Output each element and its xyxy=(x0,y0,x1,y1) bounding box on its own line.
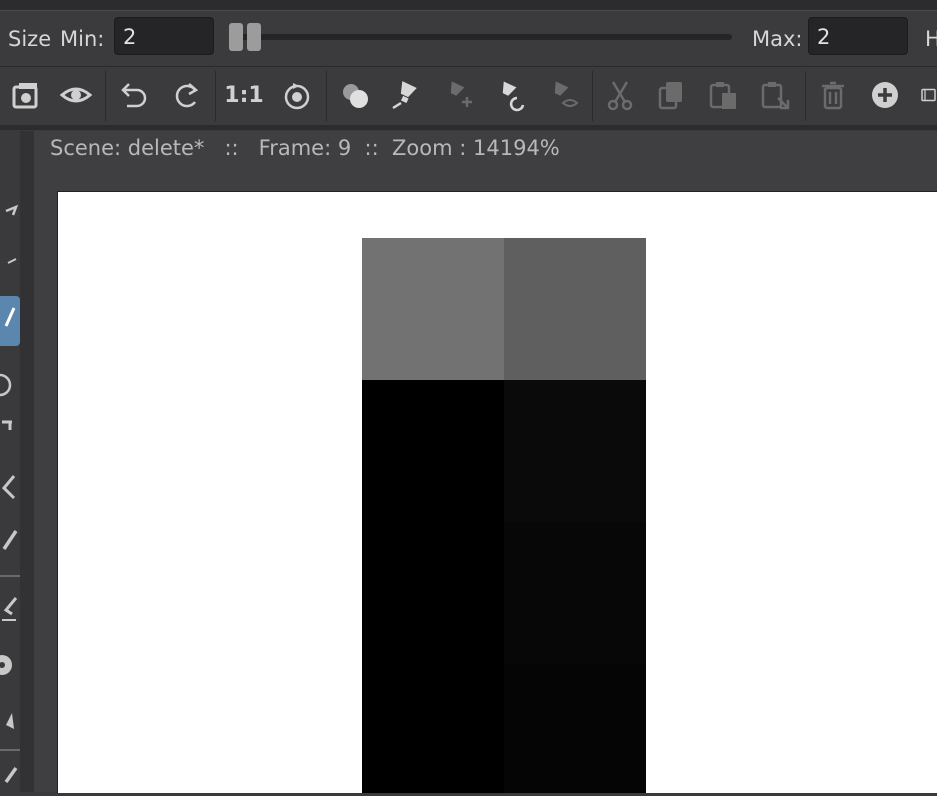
main-toolbar: 1:1 xyxy=(0,67,937,125)
toolbar-divider xyxy=(0,125,937,130)
light-table-visibility-button[interactable] xyxy=(540,73,584,117)
tool-strip xyxy=(0,131,20,792)
pixel-r0-c1 xyxy=(504,238,646,380)
pixel-r3-c1 xyxy=(504,664,646,793)
selection-icon xyxy=(5,204,19,216)
cut-icon xyxy=(607,81,633,111)
delete-button[interactable] xyxy=(811,73,855,117)
reset-rotation-button[interactable] xyxy=(275,73,319,117)
add-button[interactable] xyxy=(863,73,907,117)
preview-button[interactable] xyxy=(54,73,98,117)
pixel-r2-c0 xyxy=(362,522,504,664)
delete-icon xyxy=(822,81,844,110)
paste-into-button[interactable] xyxy=(753,73,797,117)
tool-strip-divider xyxy=(20,131,34,792)
tool-brush[interactable] xyxy=(0,296,20,346)
undo-button[interactable] xyxy=(112,73,156,117)
redo-icon xyxy=(175,83,199,108)
light-table-add-button[interactable] xyxy=(436,73,480,117)
move-icon xyxy=(7,258,17,264)
tool-type[interactable] xyxy=(0,406,20,446)
actual-size-label: 1:1 xyxy=(224,82,264,108)
copy-button[interactable] xyxy=(649,73,693,117)
pixel-r2-c1 xyxy=(504,522,646,664)
undo-icon xyxy=(121,83,147,108)
tool-geometric[interactable] xyxy=(0,361,20,401)
cut-button[interactable] xyxy=(598,73,642,117)
light-bulb-revert-icon xyxy=(502,81,525,112)
tool-selection[interactable] xyxy=(0,193,20,233)
max-size-field[interactable]: 2 xyxy=(808,17,908,55)
fill-shapes-icon xyxy=(343,84,368,108)
tool-eraser[interactable] xyxy=(0,586,20,626)
pixel-r0-c0 xyxy=(362,238,504,380)
fill-icon xyxy=(1,475,16,500)
eye-icon xyxy=(59,87,93,103)
light-bulb-add-icon xyxy=(450,81,472,107)
film-icon xyxy=(921,88,936,102)
save-button[interactable] xyxy=(3,73,47,117)
paint-brush-icon xyxy=(2,530,18,550)
add-icon xyxy=(872,82,898,108)
paste-icon xyxy=(709,82,736,109)
light-table-button[interactable] xyxy=(384,73,428,117)
pixel-r1-c1 xyxy=(504,380,646,522)
type-icon xyxy=(2,420,12,430)
copy-icon xyxy=(658,82,682,110)
film-button[interactable] xyxy=(914,73,937,117)
tool-paint-brush[interactable] xyxy=(0,521,20,561)
pixel-r1-c0 xyxy=(362,380,504,522)
redo-button[interactable] xyxy=(164,73,208,117)
fill-shapes-button[interactable] xyxy=(333,73,377,117)
circle-icon xyxy=(0,373,12,397)
size-slider-handle[interactable] xyxy=(229,23,265,51)
min-label: Min: xyxy=(60,27,105,51)
size-label: Size xyxy=(8,27,52,51)
drawing-canvas[interactable] xyxy=(57,191,937,793)
tape-icon xyxy=(0,655,12,675)
min-size-field[interactable]: 2 xyxy=(114,17,214,55)
truncated-label: H xyxy=(925,27,937,51)
paste-button[interactable] xyxy=(701,73,745,117)
tool-options-bar: Size Min: 2 Max: 2 H xyxy=(0,11,937,67)
size-slider-track[interactable] xyxy=(232,34,732,40)
eraser-icon xyxy=(2,597,18,621)
viewer-status-bar: Scene: delete* :: Frame: 9 :: Zoom : 141… xyxy=(34,131,937,169)
top-strip xyxy=(0,0,937,11)
actual-size-button[interactable]: 1:1 xyxy=(222,73,266,117)
tool-move[interactable] xyxy=(0,239,20,279)
tool-fill[interactable] xyxy=(0,466,20,506)
light-table-revert-button[interactable] xyxy=(488,73,532,117)
light-bulb-icon xyxy=(392,81,417,110)
status-text: Scene: delete* :: Frame: 9 :: Zoom : 141… xyxy=(50,136,560,160)
tool-finger[interactable] xyxy=(0,699,20,739)
brush-icon xyxy=(4,307,16,327)
picker-icon xyxy=(4,766,18,784)
tool-picker[interactable] xyxy=(0,756,20,796)
light-bulb-visibility-icon xyxy=(554,81,579,107)
finger-icon xyxy=(6,713,14,729)
reset-rotation-icon xyxy=(284,83,310,110)
max-label: Max: xyxy=(752,27,803,51)
pixel-r3-c0 xyxy=(362,664,504,793)
tool-tape[interactable] xyxy=(0,643,20,683)
save-icon xyxy=(12,83,38,109)
paste-into-icon xyxy=(761,82,790,110)
